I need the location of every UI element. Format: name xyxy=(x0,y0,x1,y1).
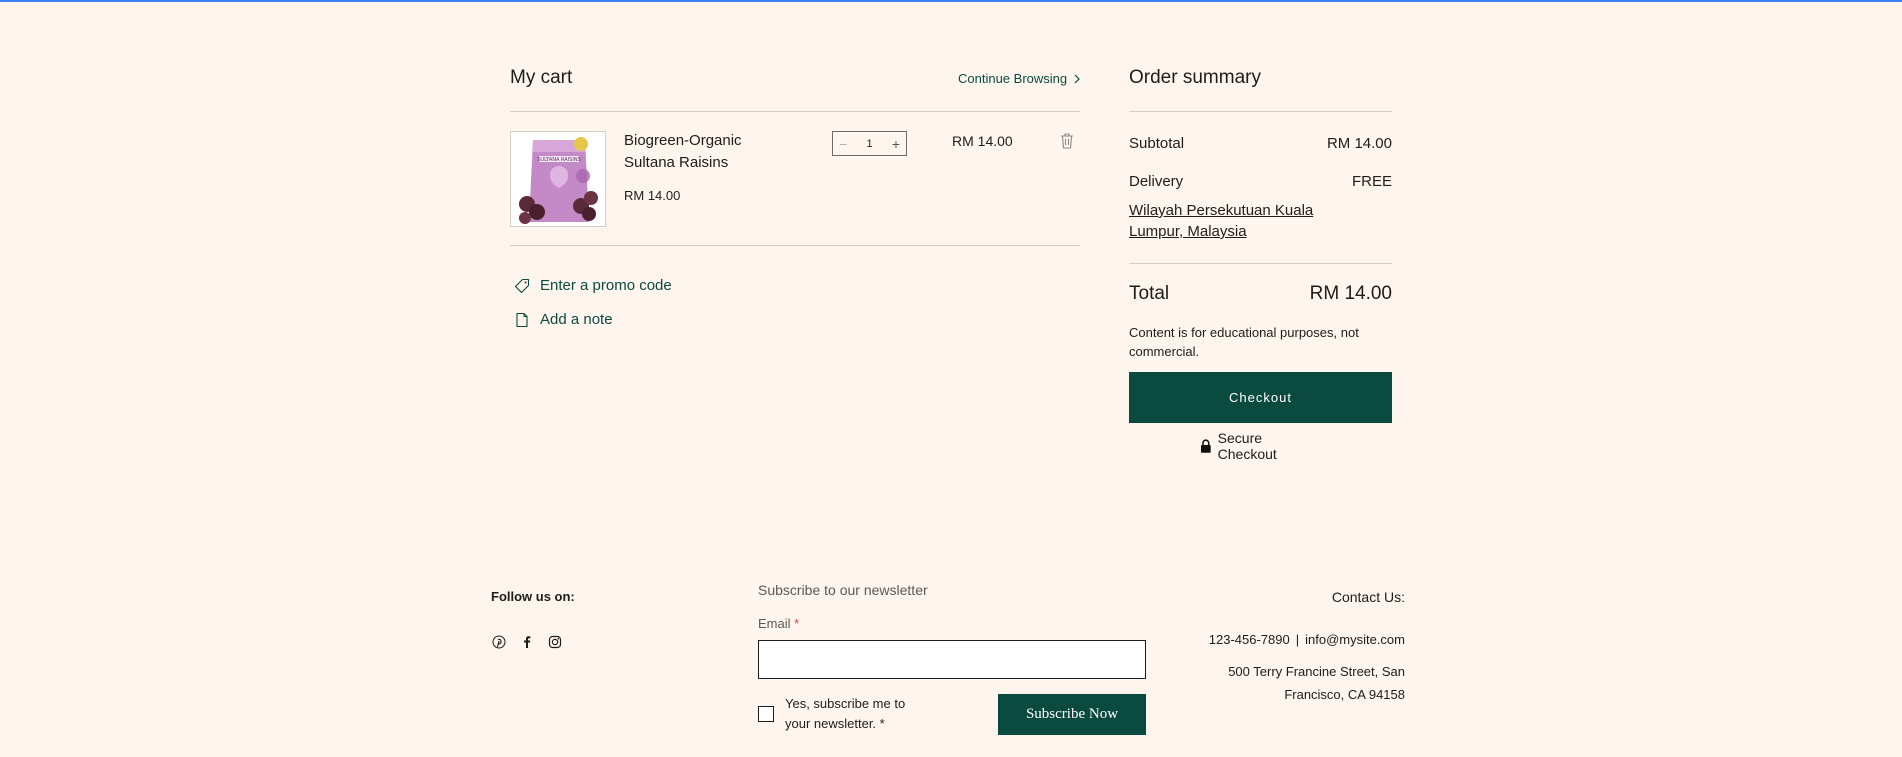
consent-text: Yes, subscribe me to your newsletter. xyxy=(785,696,906,731)
product-image[interactable]: SULTANA RAISINS xyxy=(510,131,606,227)
total-value: RM 14.00 xyxy=(1309,283,1392,304)
cart-bottom-divider xyxy=(510,245,1080,246)
contact-address: 500 Terry Francine Street, San Francisco… xyxy=(1228,664,1405,702)
add-note-link[interactable]: Add a note xyxy=(514,311,613,328)
product-name[interactable]: Biogreen-Organic Sultana Raisins xyxy=(624,130,774,174)
chevron-right-icon xyxy=(1074,74,1080,83)
instagram-icon[interactable] xyxy=(548,635,562,649)
order-summary-title: Order summary xyxy=(1129,67,1261,88)
email-label: Email * xyxy=(758,616,799,631)
continue-browsing-link[interactable]: Continue Browsing xyxy=(958,71,1081,86)
cart-title: My cart xyxy=(510,67,573,88)
line-total: RM 14.00 xyxy=(952,133,1013,149)
total-label: Total xyxy=(1129,283,1170,304)
trash-icon[interactable] xyxy=(1059,132,1075,150)
summary-total-divider xyxy=(1129,263,1392,264)
facebook-icon[interactable] xyxy=(520,635,534,649)
delivery-location-link[interactable]: Wilayah Persekutuan Kuala Lumpur, Malays… xyxy=(1129,200,1339,242)
subscribe-now-button[interactable]: Subscribe Now xyxy=(998,694,1146,735)
package-label: SULTANA RAISINS xyxy=(537,157,581,163)
contact-title: Contact Us: xyxy=(1331,589,1405,605)
subtotal-value: RM 14.00 xyxy=(1326,135,1392,152)
product-unit-price: RM 14.00 xyxy=(624,188,681,203)
social-links xyxy=(492,635,562,649)
continue-browsing-label: Continue Browsing xyxy=(958,71,1068,86)
secure-checkout-label: Secure Checkout xyxy=(1217,430,1277,462)
lock-icon xyxy=(1200,439,1211,453)
consent-required-mark: * xyxy=(879,716,885,731)
summary-top-divider xyxy=(1129,111,1392,112)
checkout-button[interactable]: Checkout xyxy=(1129,372,1392,423)
quantity-value[interactable]: 1 xyxy=(866,138,872,150)
educational-disclaimer: Content is for educational purposes, not… xyxy=(1129,325,1359,359)
secure-checkout: Secure Checkout xyxy=(1200,430,1322,462)
contact-separator: | xyxy=(1295,632,1300,647)
newsletter-title: Subscribe to our newsletter xyxy=(758,582,928,598)
cart-top-divider xyxy=(510,111,1080,112)
contact-phone: 123-456-7890 xyxy=(1208,632,1290,647)
delivery-label: Delivery xyxy=(1129,173,1184,190)
follow-us-label: Follow us on: xyxy=(491,589,575,604)
promo-code-label: Enter a promo code xyxy=(540,277,672,294)
newsletter-consent-label: Yes, subscribe me to your newsletter. * xyxy=(785,694,925,734)
subtotal-label: Subtotal xyxy=(1129,135,1185,152)
email-required-mark: * xyxy=(794,616,800,631)
newsletter-consent-checkbox[interactable] xyxy=(758,706,774,722)
raisins-package-image: SULTANA RAISINS xyxy=(511,132,605,226)
decrease-quantity-button[interactable]: − xyxy=(839,137,847,151)
top-border xyxy=(0,0,1902,2)
contact-email-link[interactable]: info@mysite.com xyxy=(1305,632,1405,647)
email-label-text: Email xyxy=(758,616,791,631)
tag-icon xyxy=(514,278,530,293)
quantity-stepper[interactable]: − 1 + xyxy=(832,131,907,156)
document-icon xyxy=(516,312,528,327)
email-input[interactable] xyxy=(758,640,1146,679)
add-note-label: Add a note xyxy=(540,311,613,328)
delivery-value: FREE xyxy=(1351,173,1392,190)
pinterest-icon[interactable] xyxy=(492,635,506,649)
promo-code-link[interactable]: Enter a promo code xyxy=(514,277,672,294)
contact-line: 123-456-7890 | info@mysite.com xyxy=(1209,632,1405,647)
increase-quantity-button[interactable]: + xyxy=(892,137,900,151)
